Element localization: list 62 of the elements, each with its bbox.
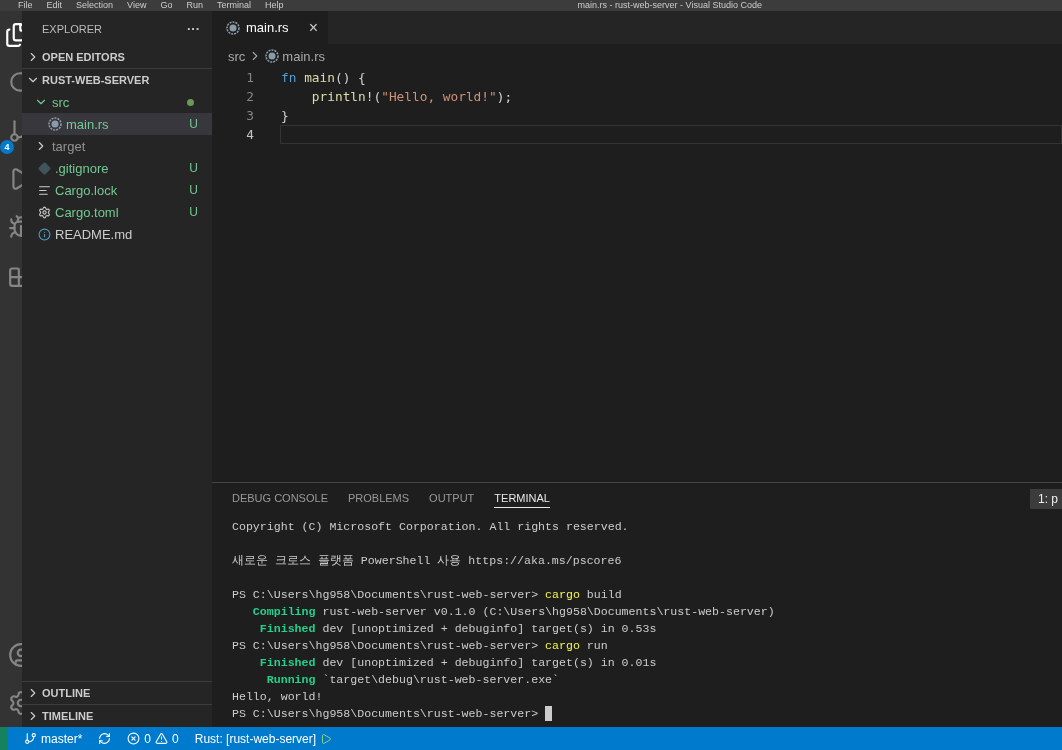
more-button[interactable]: ··· xyxy=(187,21,200,36)
branch-status[interactable]: master* xyxy=(24,731,83,746)
section-header[interactable]: OUTLINE xyxy=(22,681,212,704)
tree-item[interactable]: main.rs U xyxy=(22,113,212,135)
rust-file-icon xyxy=(265,49,280,63)
breadcrumb-item[interactable]: src xyxy=(228,48,246,64)
panel-tab[interactable]: PROBLEMS xyxy=(347,488,410,508)
window-title: main.rs - rust-web-server - Visual Studio Code xyxy=(577,0,762,11)
terminal-line: Finished dev [unoptimized + debuginfo] target(s) in 0.01s xyxy=(258,655,657,671)
code-line: } xyxy=(280,107,290,125)
menu-item[interactable]: Run xyxy=(186,0,203,11)
terminal-line: 새로운 크로스 플랫폼 PowerShell 사용 https://aka.ms/pscore6 xyxy=(232,553,622,569)
problems-status[interactable]: 0 0 xyxy=(127,731,179,746)
close-button[interactable]: × xyxy=(308,18,318,37)
settings-file-icon xyxy=(38,205,51,219)
count-badge: 4 xyxy=(0,140,14,154)
section-header[interactable]: RUST-WEB-SERVER xyxy=(22,68,212,91)
code-line: println!("Hello, world!"); xyxy=(310,88,514,106)
terminal-dropdown[interactable]: 1: p xyxy=(1030,489,1062,509)
editor-tab[interactable]: main.rs × xyxy=(212,11,328,44)
rust-file-icon xyxy=(226,20,240,35)
line-number: 2 xyxy=(245,89,255,104)
line-number: 3 xyxy=(245,108,255,123)
menu-item[interactable]: File xyxy=(18,0,33,11)
line-number: 1 xyxy=(245,70,255,85)
menu-item[interactable]: View xyxy=(127,0,147,11)
diamond-file-icon xyxy=(38,161,51,175)
warning-icon xyxy=(155,732,169,745)
panel-tab[interactable]: TERMINAL xyxy=(494,488,550,508)
panel-tab[interactable]: OUTPUT xyxy=(429,488,475,508)
breadcrumb-item[interactable]: main.rs xyxy=(282,48,325,64)
section-header[interactable]: OPEN EDITORS xyxy=(22,46,212,68)
terminal-line: PS C:\Users\hg958\Documents\rust-web-server> xyxy=(232,706,540,722)
terminal-line: Copyright (C) Microsoft Corporation. All rights reserved. xyxy=(232,519,629,535)
terminal-line: Compiling rust-web-server v0.1.0 (C:\Users\hg958\Documents\rust-web-server) xyxy=(251,604,775,620)
text-file-icon xyxy=(38,183,51,197)
terminal-line: PS C:\Users\hg958\Documents\rust-web-server> cargo run xyxy=(232,638,608,654)
info-file-icon xyxy=(38,227,51,241)
rust-status[interactable]: Rust: [rust-web-server] xyxy=(194,731,333,746)
terminal-line: Hello, world! xyxy=(232,689,323,705)
tree-item[interactable]: src xyxy=(22,91,212,113)
line-number: 4 xyxy=(245,127,255,142)
terminal-line: Finished dev [unoptimized + debuginfo] target(s) in 0.53s xyxy=(258,621,657,637)
menu-item[interactable]: Selection xyxy=(76,0,114,11)
tree-item[interactable]: Cargo.toml U xyxy=(22,201,212,223)
panel-tab[interactable]: DEBUG CONSOLE xyxy=(232,488,328,508)
tree-item[interactable]: README.md xyxy=(22,223,212,245)
menu-item[interactable]: Edit xyxy=(46,0,63,11)
tree-item[interactable]: .gitignore U xyxy=(22,157,212,179)
error-icon xyxy=(127,732,141,745)
sync-icon[interactable] xyxy=(98,732,112,745)
play-icon xyxy=(320,732,333,745)
terminal-line: PS C:\Users\hg958\Documents\rust-web-server> cargo build xyxy=(232,587,622,603)
menu-item[interactable]: Help xyxy=(264,0,284,11)
terminal-line: Running `target\debug\rust-web-server.exe` xyxy=(265,672,559,688)
sidebar-title: EXPLORER xyxy=(42,22,102,35)
menu-item[interactable]: Terminal xyxy=(216,0,251,11)
tree-item[interactable]: Cargo.lock U xyxy=(22,179,212,201)
tree-item[interactable]: target xyxy=(22,135,212,157)
rust-file-icon xyxy=(48,117,62,131)
menu-item[interactable]: Go xyxy=(160,0,173,11)
code-line: fn main() { xyxy=(280,69,367,87)
